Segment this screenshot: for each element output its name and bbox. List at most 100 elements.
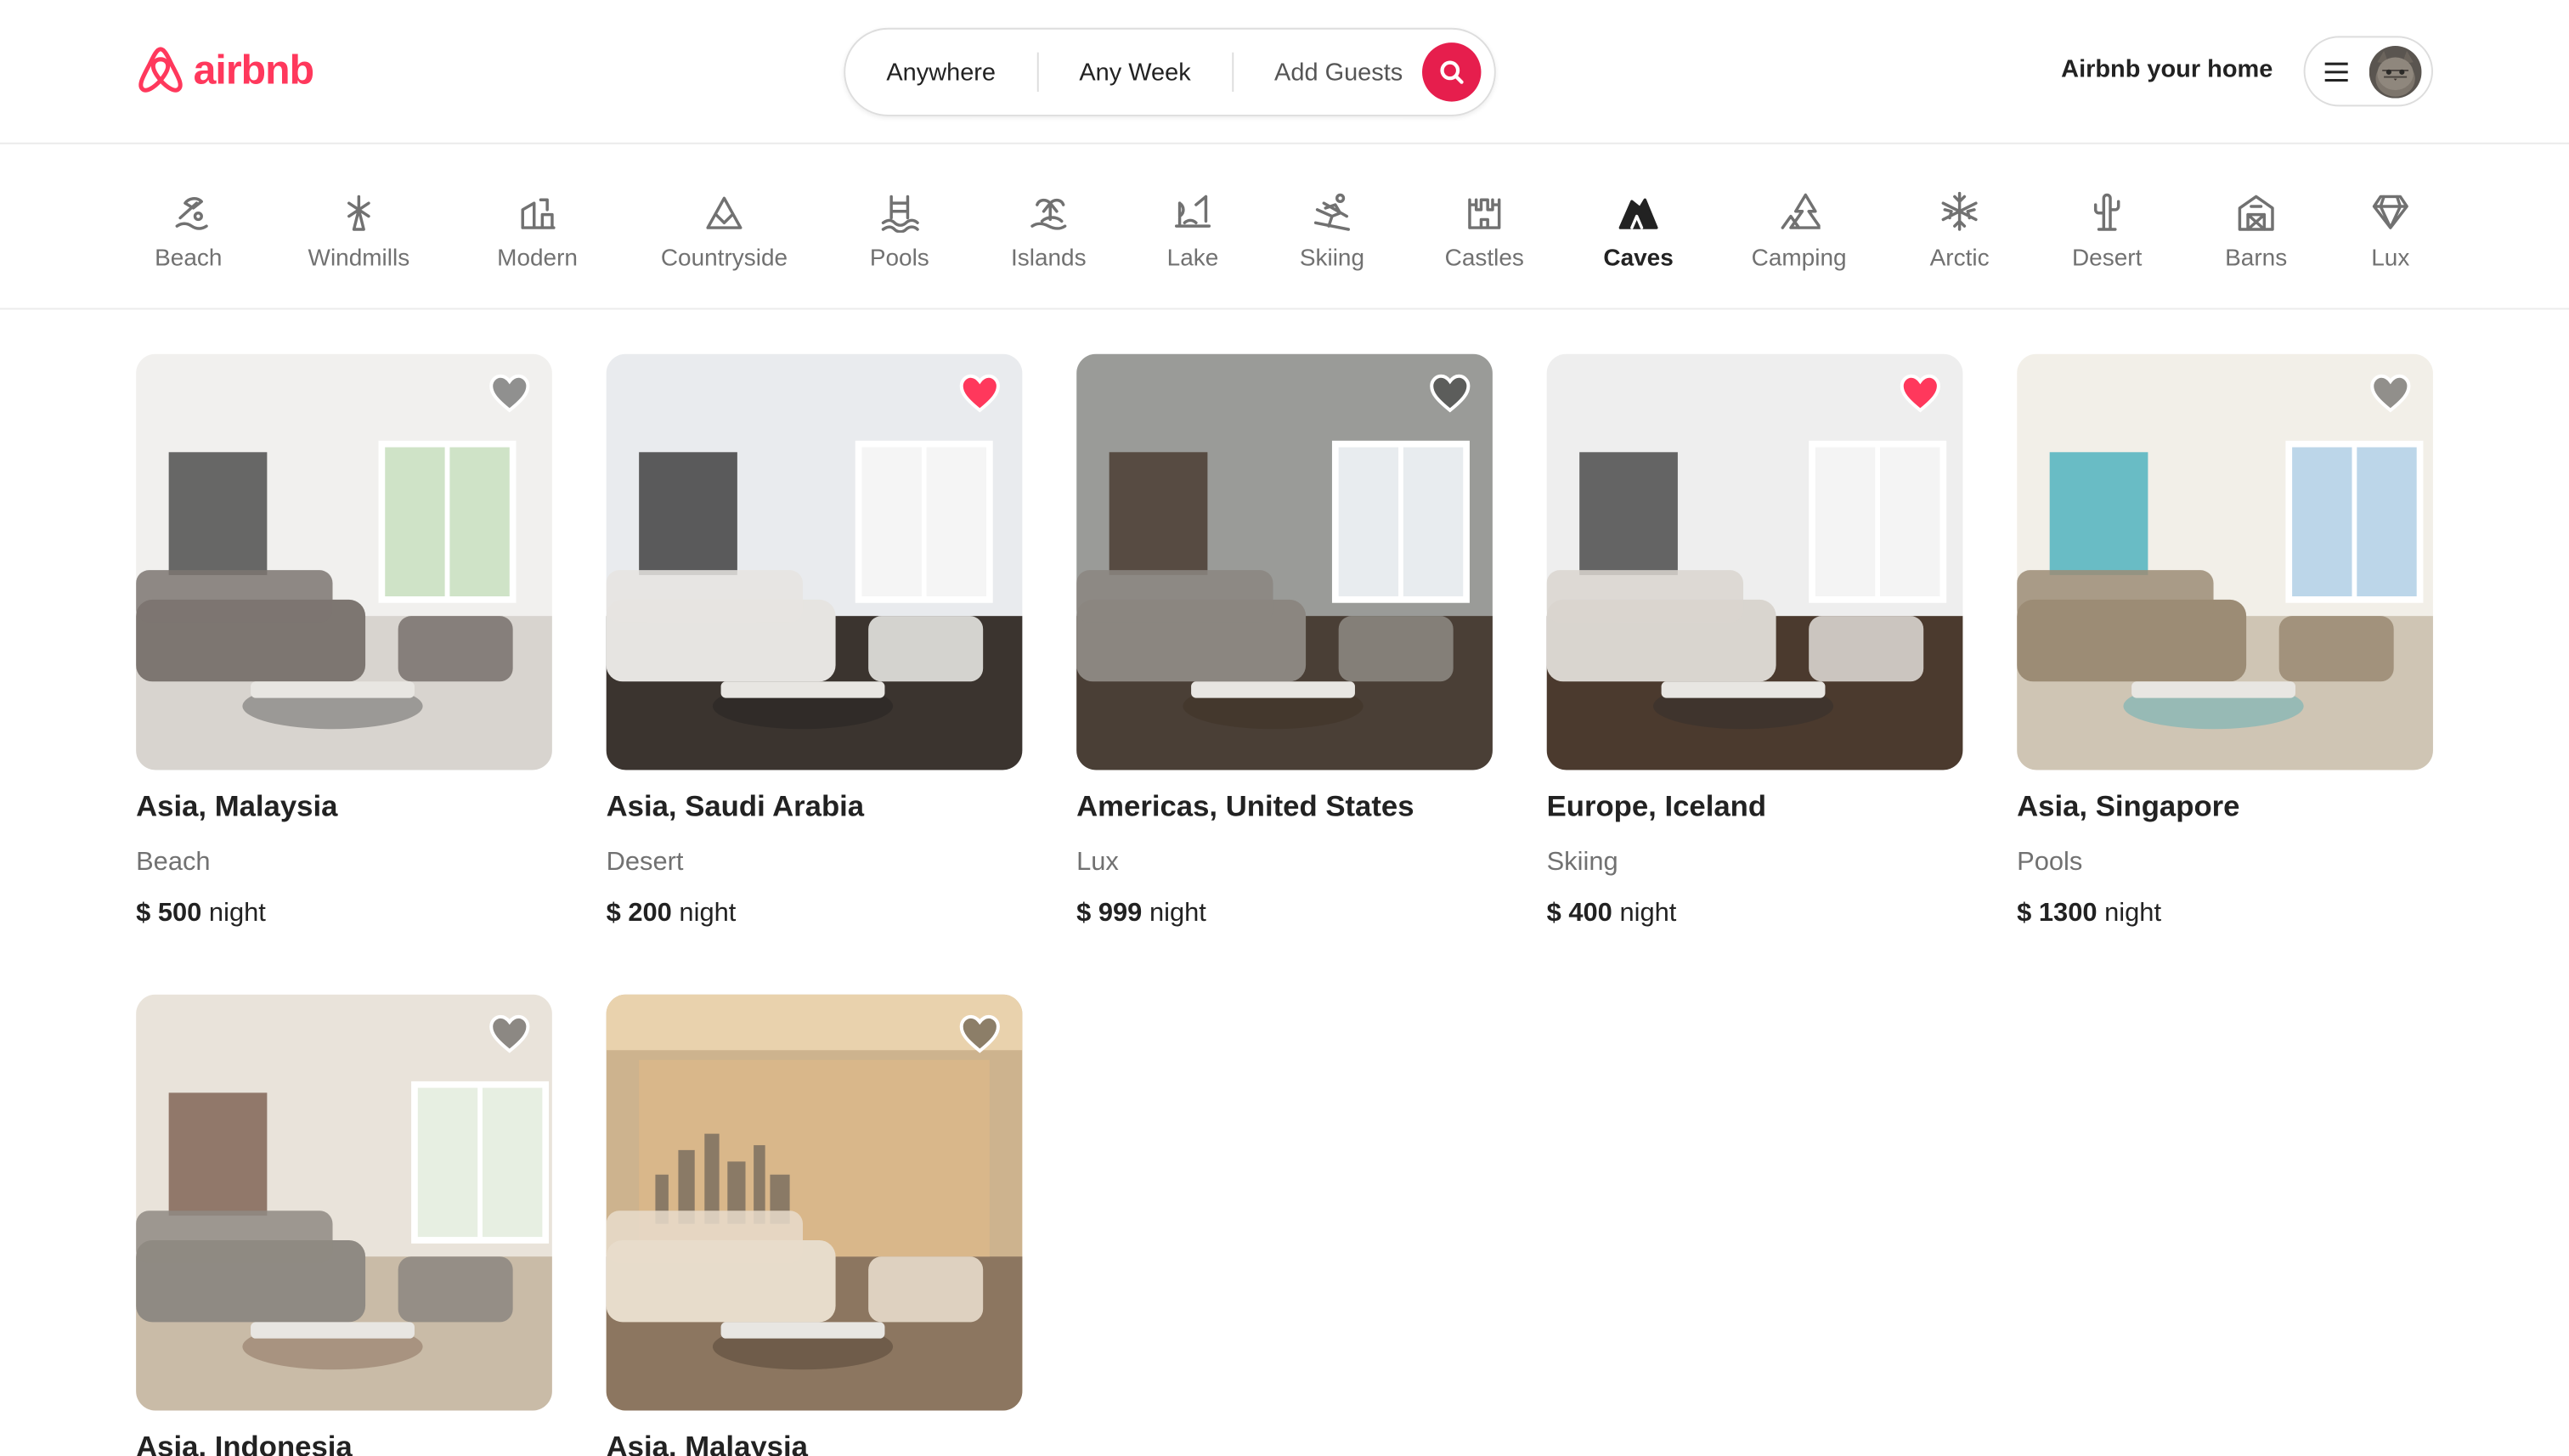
- listing-price: $ 200 night: [607, 900, 1023, 929]
- category-label: Caves: [1603, 245, 1674, 273]
- listing-price: $ 999 night: [1076, 900, 1493, 929]
- search-button[interactable]: [1422, 42, 1482, 102]
- category-caves[interactable]: Caves: [1572, 190, 1703, 272]
- mountain-icon: [706, 196, 742, 229]
- price-currency: $: [1546, 899, 1561, 928]
- listing-card[interactable]: Americas, United States Lux $ 999 night: [1076, 353, 1493, 929]
- category-label: Arctic: [1929, 245, 1990, 273]
- search-bar[interactable]: Anywhere Any Week Add Guests: [844, 27, 1496, 116]
- price-unit: night: [1149, 899, 1206, 928]
- listing-card[interactable]: Asia, Singapore Pools $ 1300 night: [2017, 353, 2433, 929]
- user-menu-button[interactable]: [2303, 36, 2433, 107]
- cactus-icon: [2093, 193, 2120, 231]
- listing-photo[interactable]: [2017, 353, 2433, 770]
- heart-icon[interactable]: [488, 374, 531, 413]
- search-anywhere[interactable]: Anywhere: [845, 58, 1036, 86]
- category-label: Windmills: [308, 245, 410, 273]
- listing-photo-image: [2017, 353, 2433, 770]
- category-lake[interactable]: Lake: [1127, 190, 1258, 272]
- price-amount: 400: [1568, 899, 1612, 928]
- modern-house-icon: [521, 198, 556, 229]
- listing-card[interactable]: Europe, Iceland Skiing $ 400 night: [1546, 353, 1963, 929]
- category-windmills[interactable]: Windmills: [293, 190, 424, 272]
- category-label: Beach: [155, 245, 223, 273]
- listing-category: Desert: [606, 849, 684, 877]
- heart-icon[interactable]: [958, 374, 1001, 413]
- listing-price: $ 500 night: [136, 900, 552, 929]
- listing-card[interactable]: Asia, Malaysia Beach $ 500 night: [136, 353, 552, 929]
- listing-category: Pools: [2017, 849, 2083, 877]
- airbnb-wordmark: airbnb: [193, 46, 315, 93]
- category-desert[interactable]: Desert: [2041, 190, 2172, 272]
- price-unit: night: [2104, 899, 2162, 928]
- price-amount: 1300: [2038, 899, 2098, 928]
- listing-card[interactable]: Asia, Indonesia: [136, 994, 552, 1456]
- listing-location: Asia, Singapore: [2017, 789, 2240, 823]
- category-label: Lake: [1166, 245, 1219, 273]
- listing-photo-image: [136, 353, 552, 770]
- category-beach[interactable]: Beach: [123, 190, 254, 272]
- heart-icon[interactable]: [1899, 374, 1941, 413]
- listing-photo[interactable]: [1546, 353, 1963, 770]
- cave-icon: [1618, 198, 1658, 229]
- search-icon: [1440, 60, 1464, 84]
- listing-photo-image: [1076, 353, 1493, 770]
- listing-card[interactable]: Asia, Saudi Arabia Desert $ 200 night: [606, 353, 1023, 929]
- listing-price: $ 1300 night: [2017, 900, 2433, 929]
- price-unit: night: [1619, 899, 1677, 928]
- price-currency: $: [136, 899, 151, 928]
- windmill-icon: [347, 195, 370, 231]
- search-add-guests[interactable]: Add Guests: [1234, 58, 1423, 86]
- listing-location: Asia, Malaysia: [136, 789, 338, 823]
- castle-icon: [1468, 198, 1501, 229]
- category-label: Skiing: [1299, 245, 1365, 273]
- heart-icon[interactable]: [2369, 374, 2412, 413]
- beach-icon: [175, 197, 208, 230]
- category-arctic[interactable]: Arctic: [1894, 190, 2024, 272]
- price-amount: 999: [1098, 899, 1143, 928]
- price-unit: night: [208, 899, 266, 928]
- category-lux[interactable]: Lux: [2325, 190, 2456, 272]
- category-barns[interactable]: Barns: [2191, 190, 2322, 272]
- listing-location: Asia, Malaysia: [606, 1430, 808, 1456]
- heart-icon[interactable]: [958, 1014, 1001, 1053]
- category-castles[interactable]: Castles: [1419, 190, 1550, 272]
- category-label: Camping: [1751, 245, 1847, 273]
- camping-icon: [1781, 193, 1821, 229]
- category-modern[interactable]: Modern: [471, 190, 602, 272]
- listing-photo[interactable]: [606, 994, 1023, 1411]
- category-skiing[interactable]: Skiing: [1267, 190, 1397, 272]
- airbnb-logo-icon: [138, 47, 183, 93]
- airbnb-logo[interactable]: airbnb: [134, 42, 315, 99]
- barn-icon: [2238, 195, 2274, 231]
- category-label: Islands: [1010, 245, 1087, 273]
- category-camping[interactable]: Camping: [1733, 190, 1864, 272]
- category-label: Castles: [1444, 245, 1524, 273]
- listing-location: Europe, Iceland: [1546, 789, 1767, 823]
- snowflake-icon: [1941, 191, 1978, 231]
- top-header: airbnb Anywhere Any Week Add Guests Airb…: [0, 0, 2569, 144]
- price-unit: night: [679, 899, 737, 928]
- category-label: Countryside: [660, 245, 788, 273]
- listing-price: $ 400 night: [1547, 900, 1963, 929]
- listing-photo[interactable]: [606, 353, 1023, 770]
- lake-icon: [1174, 195, 1211, 228]
- category-pools[interactable]: Pools: [834, 190, 965, 272]
- airbnb-your-home-link[interactable]: Airbnb your home: [2061, 56, 2273, 84]
- listing-card[interactable]: Asia, Malaysia: [606, 994, 1023, 1456]
- listing-photo-image: [136, 994, 552, 1411]
- category-countryside[interactable]: Countryside: [658, 190, 789, 272]
- price-currency: $: [1076, 899, 1092, 928]
- listing-location: Asia, Indonesia: [136, 1430, 353, 1456]
- category-label: Barns: [2225, 245, 2288, 273]
- category-label: Desert: [2071, 245, 2143, 273]
- search-any-week[interactable]: Any Week: [1038, 58, 1232, 86]
- heart-icon[interactable]: [488, 1014, 531, 1053]
- listing-photo[interactable]: [1076, 353, 1493, 770]
- price-amount: 500: [157, 899, 202, 928]
- heart-icon[interactable]: [1429, 374, 1471, 413]
- category-islands[interactable]: Islands: [983, 190, 1114, 272]
- listing-photo[interactable]: [136, 353, 552, 770]
- category-bar: Beach Windmills Modern Countryside Pools Isla…: [0, 144, 2569, 310]
- listing-photo[interactable]: [136, 994, 552, 1411]
